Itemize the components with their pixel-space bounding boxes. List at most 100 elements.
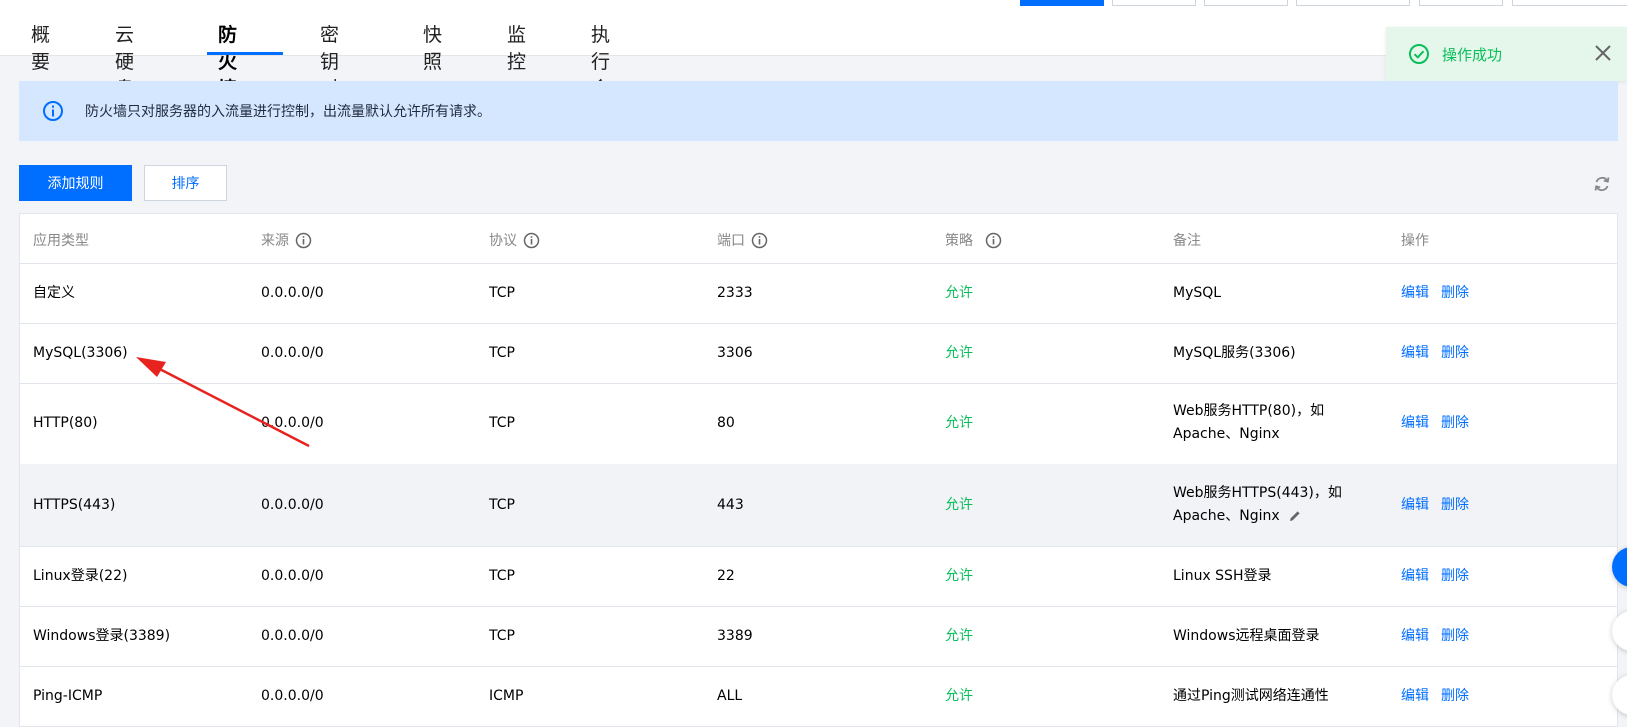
delete-link[interactable]: 删除: [1441, 625, 1469, 647]
app-type-cell: MySQL(3306): [33, 345, 128, 361]
protocol-cell: TCP: [489, 497, 515, 513]
edit-link[interactable]: 编辑: [1401, 565, 1429, 587]
edit-link[interactable]: 编辑: [1401, 494, 1429, 516]
toast-message: 操作成功: [1442, 46, 1503, 64]
protocol-cell: TCP: [489, 568, 515, 584]
source-cell: 0.0.0.0/0: [261, 688, 324, 704]
policy-cell: 允许: [945, 415, 973, 431]
column-header-app-type: 应用类型: [33, 233, 89, 249]
remark-cell: Windows远程桌面登录: [1173, 628, 1320, 644]
table-header: 应用类型 来源 协议 端口 策略 备注 操作: [20, 214, 1617, 264]
app-type-cell: HTTP(80): [33, 415, 98, 431]
sort-button[interactable]: 排序: [144, 165, 227, 201]
protocol-cell: ICMP: [489, 688, 524, 704]
app-type-cell: Ping-ICMP: [33, 688, 103, 704]
port-info-icon[interactable]: [751, 232, 768, 249]
app-type-cell: 自定义: [33, 285, 75, 301]
remark-cell: Linux SSH登录: [1173, 568, 1272, 584]
port-cell: 3306: [717, 345, 753, 361]
port-cell: 80: [717, 415, 735, 431]
source-cell: 0.0.0.0/0: [261, 497, 324, 513]
edit-link[interactable]: 编辑: [1401, 342, 1429, 364]
info-icon: [43, 101, 63, 121]
column-header-protocol: 协议: [489, 230, 540, 250]
notice-text: 防火墙只对服务器的入流量进行控制，出流量默认允许所有请求。: [85, 104, 491, 120]
protocol-cell: TCP: [489, 285, 515, 301]
edit-link[interactable]: 编辑: [1401, 412, 1429, 434]
port-cell: 2333: [717, 285, 753, 301]
port-cell: 22: [717, 568, 735, 584]
success-check-icon: [1409, 44, 1429, 64]
header-action-button-1[interactable]: [1020, 0, 1104, 6]
remark-cell: Web服务HTTPS(443)，如: [1173, 485, 1342, 501]
policy-cell: 允许: [945, 628, 973, 644]
column-header-policy: 策略: [945, 230, 1002, 250]
tab-overview[interactable]: 概要: [31, 20, 50, 74]
refresh-icon[interactable]: [1592, 174, 1612, 194]
edit-link[interactable]: 编辑: [1401, 625, 1429, 647]
table-row: HTTPS(443) 0.0.0.0/0 TCP 443 允许 Web服务HTT…: [20, 464, 1617, 547]
source-cell: 0.0.0.0/0: [261, 415, 324, 431]
delete-link[interactable]: 删除: [1441, 565, 1469, 587]
table-row: 自定义 0.0.0.0/0 TCP 2333 允许 MySQL 编辑 删除: [20, 263, 1617, 324]
remark-cell: Web服务HTTP(80)，如: [1173, 403, 1325, 419]
column-header-source: 来源: [261, 230, 312, 250]
success-toast: 操作成功: [1386, 27, 1627, 81]
remark-cell: MySQL服务(3306): [1173, 345, 1296, 361]
info-notice: 防火墙只对服务器的入流量进行控制，出流量默认允许所有请求。: [19, 81, 1618, 141]
tab-monitoring[interactable]: 监控: [507, 20, 526, 74]
protocol-cell: TCP: [489, 628, 515, 644]
delete-link[interactable]: 删除: [1441, 494, 1469, 516]
delete-link[interactable]: 删除: [1441, 412, 1469, 434]
protocol-info-icon[interactable]: [523, 232, 540, 249]
protocol-cell: TCP: [489, 415, 515, 431]
port-cell: ALL: [717, 688, 743, 704]
policy-cell: 允许: [945, 688, 973, 704]
remark-cell-line2: Apache、Nginx: [1173, 426, 1280, 442]
table-row: HTTP(80) 0.0.0.0/0 TCP 80 允许 Web服务HTTP(8…: [20, 383, 1617, 465]
remark-cell: MySQL: [1173, 285, 1222, 301]
delete-link[interactable]: 删除: [1441, 282, 1469, 304]
column-header-port: 端口: [717, 230, 768, 250]
protocol-cell: TCP: [489, 345, 515, 361]
port-cell: 443: [717, 497, 744, 513]
policy-cell: 允许: [945, 568, 973, 584]
active-tab-indicator: [207, 52, 283, 55]
tab-snapshots[interactable]: 快照: [423, 20, 442, 74]
table-row: Ping-ICMP 0.0.0.0/0 ICMP ALL 允许 通过Ping测试…: [20, 666, 1617, 726]
table-row: MySQL(3306) 0.0.0.0/0 TCP 3306 允许 MySQL服…: [20, 323, 1617, 384]
edit-link[interactable]: 编辑: [1401, 685, 1429, 707]
source-info-icon[interactable]: [295, 232, 312, 249]
policy-cell: 允许: [945, 285, 973, 301]
app-type-cell: Linux登录(22): [33, 568, 128, 584]
header-action-button-2[interactable]: [1112, 0, 1196, 6]
remark-cell-line2: Apache、Nginx: [1173, 505, 1302, 527]
table-row: Windows登录(3389) 0.0.0.0/0 TCP 3389 允许 Wi…: [20, 606, 1617, 667]
firewall-rules-table: 应用类型 来源 协议 端口 策略 备注 操作 自定义 0.0.0.0/0 TCP…: [19, 213, 1618, 727]
top-bar: 概要 云硬盘 防火墙 密钥对 快照 监控 执行命令: [0, 0, 1627, 127]
port-cell: 3389: [717, 628, 753, 644]
header-action-button-6[interactable]: [1512, 0, 1627, 6]
column-header-actions: 操作: [1401, 233, 1429, 249]
source-cell: 0.0.0.0/0: [261, 628, 324, 644]
source-cell: 0.0.0.0/0: [261, 285, 324, 301]
app-type-cell: HTTPS(443): [33, 497, 116, 513]
table-row: Linux登录(22) 0.0.0.0/0 TCP 22 允许 Linux SS…: [20, 546, 1617, 607]
header-action-button-3[interactable]: [1204, 0, 1288, 6]
remark-cell: 通过Ping测试网络连通性: [1173, 688, 1329, 704]
close-icon[interactable]: [1591, 41, 1615, 65]
add-rule-button[interactable]: 添加规则: [19, 165, 132, 201]
delete-link[interactable]: 删除: [1441, 342, 1469, 364]
source-cell: 0.0.0.0/0: [261, 568, 324, 584]
policy-cell: 允许: [945, 497, 973, 513]
edit-pencil-icon[interactable]: [1288, 509, 1302, 523]
delete-link[interactable]: 删除: [1441, 685, 1469, 707]
policy-info-icon[interactable]: [985, 232, 1002, 249]
column-header-remark: 备注: [1173, 233, 1201, 249]
source-cell: 0.0.0.0/0: [261, 345, 324, 361]
edit-link[interactable]: 编辑: [1401, 282, 1429, 304]
header-action-button-5[interactable]: [1419, 0, 1503, 6]
header-action-button-4[interactable]: [1296, 0, 1410, 6]
policy-cell: 允许: [945, 345, 973, 361]
app-type-cell: Windows登录(3389): [33, 628, 171, 644]
